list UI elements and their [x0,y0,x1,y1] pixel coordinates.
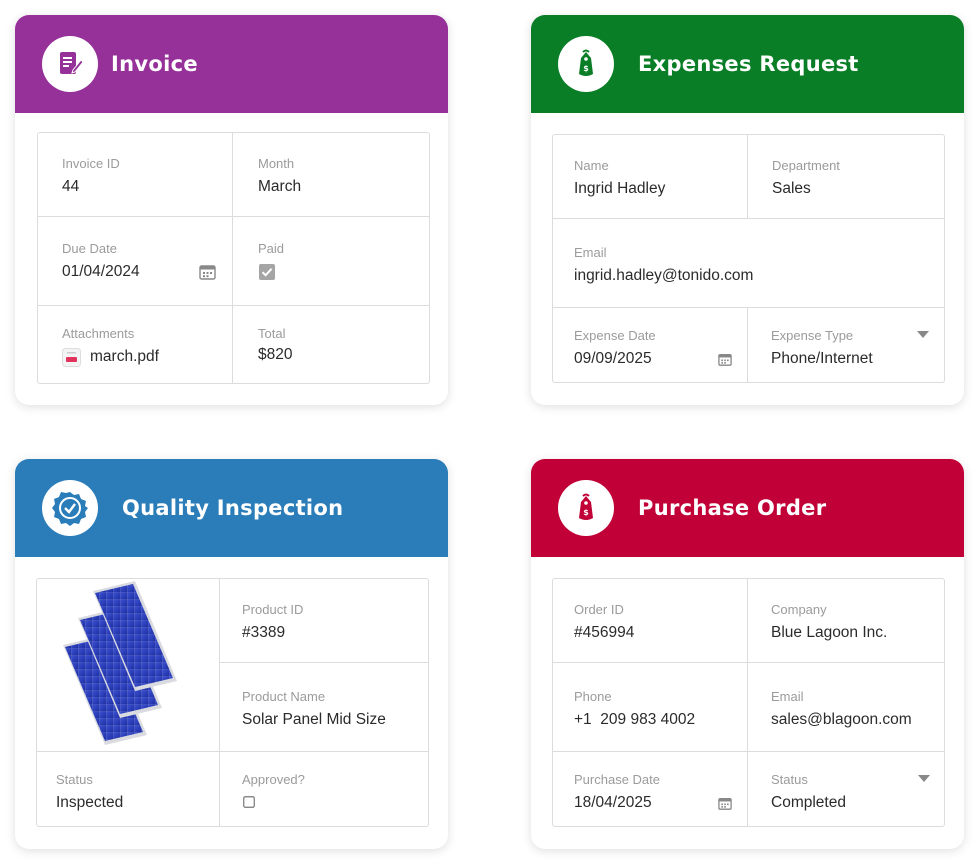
pdf-file-icon [62,348,81,367]
approved-field: Approved? [220,752,428,826]
invoice-header: Invoice [15,15,448,113]
total-value: $820 [258,346,293,363]
solar-panel-image [63,581,177,745]
verified-badge-icon [52,492,88,526]
expenses-title: Expenses Request [638,52,859,76]
purchase-email-label: Email [771,689,804,704]
purchase-title: Purchase Order [638,496,827,520]
purchase-date-field[interactable]: Purchase Date 18/04/2025 [553,752,747,826]
product-name-label: Product Name [242,689,326,704]
product-name-value: Solar Panel Mid Size [242,711,386,728]
expenses-header: $ Expenses Request [531,15,964,113]
purchase-date-value: 18/04/2025 [574,794,652,811]
department-label: Department [772,158,840,173]
due-date-field[interactable]: Due Date 01/04/2024 [38,217,232,305]
svg-text:$: $ [583,508,589,517]
invoice-card: Invoice Invoice ID 44 Month March Due Da… [15,15,448,405]
purchase-email-field[interactable]: Email sales@blagoon.com [748,663,944,751]
expenses-badge: $ [558,36,614,92]
purchase-date-label: Purchase Date [574,772,660,787]
approved-checkbox[interactable] [243,796,255,808]
status-value: Inspected [56,794,124,811]
purchase-card: $ Purchase Order Order ID #456994 Compan… [531,459,964,849]
calendar-icon[interactable] [199,264,216,280]
paid-label: Paid [258,241,285,256]
document-edit-icon [60,52,84,74]
month-label: Month [258,156,295,171]
calendar-icon[interactable] [718,353,732,366]
name-value: Ingrid Hadley [574,180,666,197]
product-id-label: Product ID [242,602,304,617]
expense-type-label: Expense Type [771,328,854,343]
product-id-field[interactable]: Product ID #3389 [220,579,428,662]
expense-type-select[interactable]: Expense Type Phone/Internet [748,308,944,382]
product-name-field[interactable]: Product Name Solar Panel Mid Size [220,663,428,751]
attachment-link[interactable]: march.pdf [90,348,159,366]
purchase-badge: $ [558,480,614,536]
quality-card: Quality Inspection Product ID #3389 Prod… [15,459,448,849]
due-date-label: Due Date [62,241,117,256]
quality-badge [42,480,98,536]
purchase-status-value: Completed [771,794,846,811]
invoice-form: Invoice ID 44 Month March Due Date 01/04… [37,132,430,384]
paid-field: Paid [233,217,429,305]
invoice-id-field[interactable]: Invoice ID 44 [38,133,232,216]
total-label: Total [258,326,286,341]
total-field: Total $820 [233,306,429,383]
purchase-status-label: Status [771,772,808,787]
expenses-card: $ Expenses Request Name Ingrid Hadley De… [531,15,964,405]
attachments-field: Attachments march.pdf [38,306,232,383]
order-id-field[interactable]: Order ID #456994 [553,579,747,662]
chevron-down-icon[interactable] [918,775,930,782]
phone-field[interactable]: Phone +1 209 983 4002 [553,663,747,751]
invoice-badge [42,36,98,92]
expense-date-label: Expense Date [574,328,656,343]
quality-title: Quality Inspection [122,496,344,520]
purchase-header: $ Purchase Order [531,459,964,557]
month-field[interactable]: Month March [233,133,429,216]
product-id-value: #3389 [242,624,286,641]
company-field[interactable]: Company Blue Lagoon Inc. [748,579,944,662]
expense-date-value: 09/09/2025 [574,350,652,367]
approved-label: Approved? [242,772,305,787]
invoice-title: Invoice [111,52,198,76]
status-field[interactable]: Status Inspected [37,752,219,826]
calendar-icon[interactable] [718,797,732,810]
order-id-value: #456994 [574,624,635,641]
order-id-label: Order ID [574,602,624,617]
purchase-form: Order ID #456994 Company Blue Lagoon Inc… [552,578,945,827]
expense-type-value: Phone/Internet [771,350,873,367]
expenses-form: Name Ingrid Hadley Department Sales Emai… [552,134,945,383]
chevron-down-icon[interactable] [917,331,929,338]
department-field[interactable]: Department Sales [748,135,944,218]
status-label: Status [56,772,93,787]
company-value: Blue Lagoon Inc. [771,624,888,641]
phone-value: +1 209 983 4002 [574,711,696,728]
invoice-id-label: Invoice ID [62,156,120,171]
purchase-email-value: sales@blagoon.com [771,711,912,728]
quality-header: Quality Inspection [15,459,448,557]
department-value: Sales [772,180,811,197]
svg-text:$: $ [583,64,589,73]
attachments-label: Attachments [62,326,135,341]
expense-date-field[interactable]: Expense Date 09/09/2025 [553,308,747,382]
purchase-status-select[interactable]: Status Completed [748,752,944,826]
quality-form: Product ID #3389 Product Name Solar Pane… [36,578,429,827]
price-tag-icon: $ [579,49,593,76]
price-tag-icon: $ [579,493,593,520]
email-value: ingrid.hadley@tonido.com [574,267,754,284]
month-value: March [258,178,302,195]
email-label: Email [574,245,607,260]
invoice-id-value: 44 [62,178,80,195]
paid-checkbox-checked[interactable] [259,264,275,280]
product-image [37,579,219,751]
company-label: Company [771,602,827,617]
email-field[interactable]: Email ingrid.hadley@tonido.com [553,219,944,307]
phone-label: Phone [574,689,612,704]
due-date-value: 01/04/2024 [62,263,140,280]
name-field[interactable]: Name Ingrid Hadley [553,135,747,218]
name-label: Name [574,158,609,173]
